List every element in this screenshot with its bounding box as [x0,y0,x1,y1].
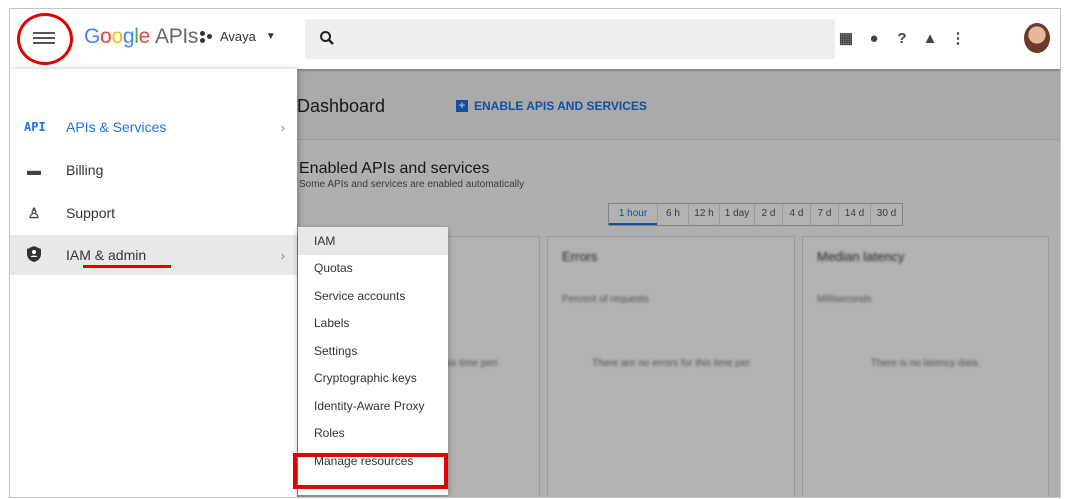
sidebar-item-apis-services[interactable]: API APIs & Services › [10,107,297,147]
submenu-item-cryptographic-keys[interactable]: Cryptographic keys [298,365,448,393]
sidebar-item-billing[interactable]: ▬ Billing [10,150,297,190]
project-name: Avaya [220,29,256,44]
submenu-item-service-accounts[interactable]: Service accounts [298,282,448,310]
sidebar-item-iam-admin[interactable]: IAM & admin › [10,235,297,275]
highlight-box [293,453,448,489]
submenu-item-settings[interactable]: Settings [298,337,448,365]
side-navigation: API APIs & Services › ▬ Billing ♙ Suppor… [10,69,297,497]
chevron-right-icon: › [280,119,285,135]
sidebar-item-label: Billing [66,162,104,178]
highlight-underline [83,265,171,268]
support-icon: ♙ [27,204,41,221]
shield-icon [24,245,44,265]
highlight-circle [17,13,73,65]
sidebar-item-label: APIs & Services [66,119,167,135]
gift-icon[interactable]: ▦ [832,24,860,52]
search-bar[interactable] [305,19,835,59]
help-icon[interactable]: ? [888,24,916,52]
browser-frame: Dashboard + ENABLE APIS AND SERVICES Ena… [9,8,1061,498]
submenu-item-roles[interactable]: Roles [298,420,448,448]
submenu-item-labels[interactable]: Labels [298,310,448,338]
submenu-item-identity-aware-proxy[interactable]: Identity-Aware Proxy [298,392,448,420]
google-apis-logo[interactable]: Google APIs [84,25,198,49]
more-vert-icon[interactable]: ⋮ [944,24,972,52]
toolbar-icons: ▦ ● ? ▲ ⋮ [832,24,972,52]
sidebar-item-support[interactable]: ♙ Support [10,193,297,233]
sidebar-item-label: Support [66,205,116,221]
avatar[interactable] [1024,23,1050,53]
chevron-right-icon: › [280,247,285,263]
search-icon [320,31,334,45]
project-selector[interactable]: Avaya ▼ [200,29,276,44]
top-app-bar: Google APIs Avaya ▼ ▦ ● ? ▲ ⋮ [10,9,1060,69]
billing-icon: ▬ [27,162,41,178]
dropdown-caret-icon: ▼ [265,31,276,42]
submenu-item-quotas[interactable]: Quotas [298,255,448,283]
logo-apis-text: APIs [154,25,199,48]
feedback-icon[interactable]: ● [860,24,888,52]
project-dots-icon [200,30,214,44]
submenu-item-iam[interactable]: IAM [298,227,448,255]
notifications-icon[interactable]: ▲ [916,24,944,52]
api-icon: API [24,120,46,134]
sidebar-item-label: IAM & admin [66,247,147,263]
